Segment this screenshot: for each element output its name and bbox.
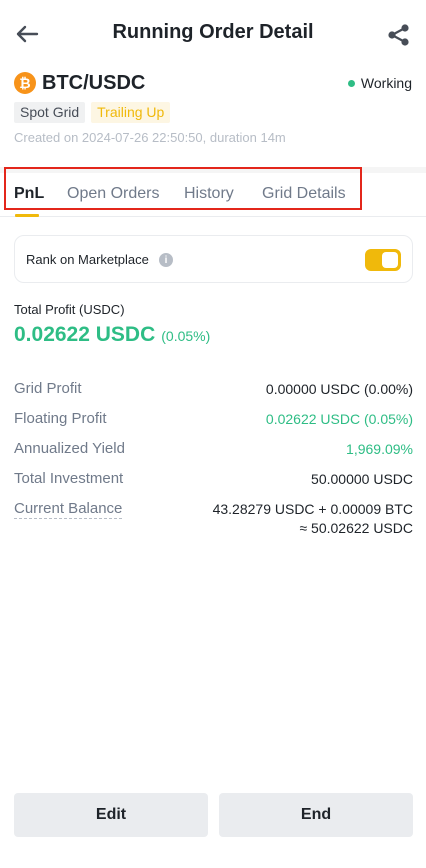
stat-label: Grid Profit [14, 380, 82, 397]
status-text: Working [360, 75, 412, 91]
tab-bar: PnL Open Orders History Grid Details [0, 173, 426, 217]
balance-line-1: 43.28279 USDC + 0.00009 BTC [212, 501, 413, 517]
current-balance-label[interactable]: Current Balance [14, 500, 123, 519]
bitcoin-icon: ₿ [14, 72, 36, 94]
stat-label: Floating Profit [14, 410, 107, 427]
stat-value: 0.02622 USDC (0.05%) [265, 411, 413, 427]
tab-grid-details[interactable]: Grid Details [262, 185, 346, 203]
running-order-detail-page: Running Order Detail ₿ BTC/USDC Working … [0, 0, 426, 868]
strategy-tags: Spot Grid Trailing Up [14, 102, 176, 123]
pair-name: BTC/USDC [42, 71, 146, 94]
info-icon[interactable]: i [159, 253, 173, 267]
stat-label: Total Investment [14, 470, 124, 487]
stat-row-grid-profit: Grid Profit 0.00000 USDC (0.00%) [14, 380, 413, 410]
total-profit-pct: (0.05%) [161, 328, 211, 344]
page-title: Running Order Detail [112, 21, 314, 43]
tab-pnl[interactable]: PnL [14, 185, 44, 203]
tag-spot-grid: Spot Grid [14, 102, 86, 123]
rank-label: Rank on Marketplace [26, 252, 149, 267]
stats-list: Grid Profit 0.00000 USDC (0.00%) Floatin… [14, 380, 413, 550]
total-profit-value: 0.02622 USDC [14, 323, 156, 346]
header: Running Order Detail [0, 0, 426, 68]
toggle-knob [382, 252, 398, 268]
created-timestamp: Created on 2024-07-26 22:50:50, duration… [14, 130, 286, 145]
rank-toggle[interactable] [365, 249, 401, 271]
end-button[interactable]: End [219, 793, 413, 837]
stat-row-annualized-yield: Annualized Yield 1,969.09% [14, 440, 413, 470]
rank-on-marketplace-card: Rank on Marketplace i [14, 235, 413, 283]
stat-value: 50.00000 USDC [311, 471, 413, 487]
stat-value: 43.28279 USDC + 0.00009 BTC ≈ 50.02622 U… [213, 501, 413, 536]
share-icon [388, 24, 409, 46]
status-badge: Working [347, 75, 412, 91]
tag-trailing-up: Trailing Up [91, 102, 171, 123]
share-button[interactable] [386, 22, 412, 48]
back-button[interactable] [14, 22, 40, 46]
stat-label: Annualized Yield [14, 440, 125, 457]
balance-line-2: ≈ 50.02622 USDC [299, 520, 413, 536]
arrow-left-icon [16, 25, 39, 43]
tab-open-orders[interactable]: Open Orders [67, 185, 159, 203]
edit-button[interactable]: Edit [14, 793, 208, 837]
stat-row-floating-profit: Floating Profit 0.02622 USDC (0.05%) [14, 410, 413, 440]
status-dot [347, 79, 355, 87]
pair-row: ₿ BTC/USDC [14, 71, 145, 95]
stat-row-total-investment: Total Investment 50.00000 USDC [14, 470, 413, 500]
stat-value: 1,969.09% [346, 441, 413, 457]
stat-row-current-balance: Current Balance 43.28279 USDC + 0.00009 … [14, 500, 413, 550]
total-profit-label: Total Profit (USDC) [14, 302, 125, 317]
active-tab-indicator [15, 214, 39, 217]
tab-history[interactable]: History [184, 185, 234, 203]
total-profit-row: 0.02622 USDC (0.05%) [14, 323, 210, 347]
stat-value: 0.00000 USDC (0.00%) [265, 381, 413, 397]
